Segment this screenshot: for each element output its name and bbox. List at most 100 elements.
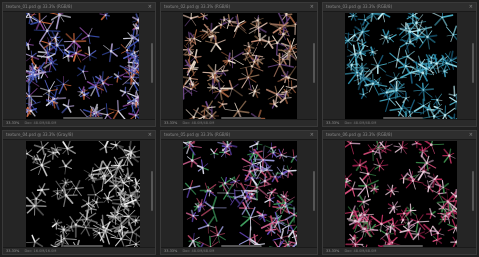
document-tab-title: texture_01.psd @ 33.3% (RGB/8): [6, 4, 73, 9]
document-tab-6[interactable]: texture_06.psd @ 33.3% (RGB/8) ×: [323, 131, 476, 140]
status-bar: 33.33% Doc: 16.0M/16.0M: [3, 247, 155, 254]
flower-shape: [399, 172, 409, 184]
zoom-level[interactable]: 33.33%: [326, 121, 339, 125]
texture-canvas[interactable]: [345, 141, 457, 249]
close-icon[interactable]: ×: [148, 131, 152, 139]
zoom-level[interactable]: 33.33%: [164, 121, 177, 125]
flower-shape: [363, 141, 381, 162]
document-tab-2[interactable]: texture_02.psd @ 33.3% (RGB/8) ×: [161, 3, 317, 12]
doc-size-info: Doc: 48.0M/48.0M: [344, 249, 377, 253]
flower-shape: [183, 13, 199, 27]
flower-shape: [218, 176, 235, 192]
close-icon[interactable]: ×: [469, 131, 473, 139]
flower-shape: [219, 147, 231, 158]
flower-shape: [200, 100, 216, 114]
flower-shape: [26, 148, 34, 160]
flower-shape: [51, 187, 63, 199]
flower-shape: [370, 54, 387, 75]
status-bar: 33.33% Doc: 48.0M/48.0M: [323, 119, 476, 126]
flower-shape: [108, 99, 127, 121]
document-tab-3[interactable]: texture_03.psd @ 33.3% (RGB/8) ×: [323, 3, 476, 12]
flower-shape: [101, 43, 121, 63]
doc-size-info: Doc: 48.0M/48.0M: [182, 121, 215, 125]
flower-shape: [345, 141, 361, 155]
texture-canvas[interactable]: [26, 13, 139, 121]
flower-shape: [76, 65, 89, 80]
document-window-3[interactable]: texture_03.psd @ 33.3% (RGB/8) × 33.33% …: [322, 2, 477, 127]
vertical-scrollbar[interactable]: [313, 171, 315, 211]
zoom-level[interactable]: 33.33%: [326, 249, 339, 253]
flower-shape: [51, 218, 63, 230]
flower-shape: [446, 25, 457, 43]
close-icon[interactable]: ×: [469, 3, 473, 11]
texture-image: [345, 13, 457, 121]
flower-shape: [197, 216, 216, 234]
flower-shape: [387, 201, 401, 214]
texture-image: [183, 13, 297, 121]
document-window-5[interactable]: texture_05.psd @ 33.3% (RGB/8) × 33.33% …: [160, 130, 318, 255]
flower-shape: [347, 13, 358, 22]
flower-shape: [26, 50, 40, 65]
flower-shape: [210, 148, 219, 159]
flower-shape: [385, 184, 399, 198]
doc-size-info: Doc: 48.0M/48.0M: [24, 121, 57, 125]
flower-shape: [217, 100, 228, 110]
vertical-scrollbar[interactable]: [313, 43, 315, 83]
close-icon[interactable]: ×: [148, 3, 152, 11]
flower-shape: [98, 141, 113, 154]
texture-image: [26, 13, 139, 121]
zoom-level[interactable]: 33.33%: [6, 121, 19, 125]
document-tab-4[interactable]: texture_04.psd @ 33.3% (Gray/8) ×: [3, 131, 155, 140]
flower-shape: [59, 177, 73, 188]
close-icon[interactable]: ×: [310, 3, 314, 11]
flower-shape: [413, 82, 435, 102]
flower-shape: [99, 13, 111, 21]
vertical-scrollbar[interactable]: [472, 43, 474, 83]
flower-shape: [386, 80, 407, 100]
flower-shape: [183, 151, 202, 168]
flower-shape: [275, 148, 288, 162]
texture-canvas[interactable]: [26, 141, 140, 249]
flower-shape: [26, 234, 44, 249]
document-tab-1[interactable]: texture_01.psd @ 33.3% (RGB/8) ×: [3, 3, 155, 12]
flower-shape: [222, 14, 237, 29]
flower-shape: [393, 141, 408, 155]
flower-shape: [238, 67, 260, 91]
flower-shape: [399, 224, 416, 239]
flower-shape: [30, 153, 51, 177]
status-bar: 33.33% Doc: 48.0M/48.0M: [323, 247, 476, 254]
flower-shape: [185, 209, 199, 223]
document-window-6[interactable]: texture_06.psd @ 33.3% (RGB/8) × 33.33% …: [322, 130, 477, 255]
flower-shape: [442, 148, 456, 164]
flower-shape: [30, 13, 52, 31]
flower-shape: [368, 141, 390, 160]
zoom-level[interactable]: 33.33%: [164, 249, 177, 253]
flower-shape: [196, 159, 209, 175]
texture-image: [183, 141, 297, 249]
status-bar: 33.33% Doc: 48.0M/48.0M: [161, 247, 317, 254]
flower-shape: [431, 13, 454, 27]
document-window-1[interactable]: texture_01.psd @ 33.3% (RGB/8) × 33.33% …: [2, 2, 156, 127]
flower-shape: [61, 99, 75, 114]
flower-shape: [33, 141, 51, 156]
flower-shape: [261, 36, 276, 49]
flower-shape: [422, 141, 445, 155]
flower-shape: [402, 92, 411, 104]
vertical-scrollbar[interactable]: [151, 171, 153, 211]
flower-shape: [36, 183, 50, 197]
flower-shape: [450, 236, 457, 248]
flower-shape: [113, 71, 124, 83]
vertical-scrollbar[interactable]: [472, 171, 474, 211]
texture-canvas[interactable]: [183, 13, 297, 121]
texture-canvas[interactable]: [345, 13, 457, 121]
flower-shape: [82, 46, 97, 62]
flower-shape: [119, 86, 131, 98]
flower-shape: [352, 159, 368, 172]
document-tab-5[interactable]: texture_05.psd @ 33.3% (RGB/8) ×: [161, 131, 317, 140]
vertical-scrollbar[interactable]: [151, 43, 153, 83]
document-window-2[interactable]: texture_02.psd @ 33.3% (RGB/8) × 33.33% …: [160, 2, 318, 127]
document-window-4[interactable]: texture_04.psd @ 33.3% (Gray/8) × 33.33%…: [2, 130, 156, 255]
zoom-level[interactable]: 33.33%: [6, 249, 19, 253]
texture-canvas[interactable]: [183, 141, 297, 249]
close-icon[interactable]: ×: [310, 131, 314, 139]
